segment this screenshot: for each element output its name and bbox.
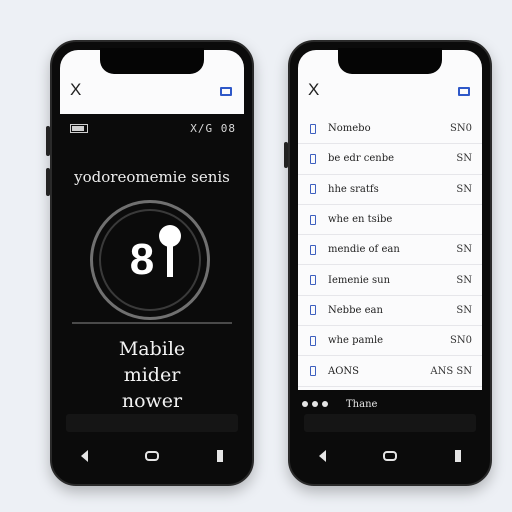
power-button [46,168,50,196]
home-nav-icon[interactable] [383,451,398,461]
list-item[interactable]: whe en tsibe [298,205,482,236]
notch [100,48,204,74]
home-nav-icon[interactable] [145,451,160,461]
tab-switcher-icon[interactable] [458,87,470,96]
list-item[interactable]: be edr cenbe SN [298,144,482,175]
big-text-line-1: Mabile [118,338,186,360]
battery-icon [70,124,88,133]
list-item-label: mendie of ean [328,244,400,256]
list-item[interactable]: whe pamle SN0 [298,326,482,357]
strip-label: Thane [346,398,378,410]
volume-button [46,126,50,156]
list-item[interactable]: AONS ANS SN [298,356,482,387]
list-item-value: SN [456,304,472,316]
list-item-label: hhe sratfs [328,183,379,195]
big-text-line-2: mider [123,364,181,386]
settings-list: Nomebo SN0 be edr cenbe SN hhe sratfs SN… [298,114,482,390]
exclamation-icon [159,225,181,277]
list-item-label: whe pamle [328,335,384,347]
back-nav-icon[interactable] [80,450,88,462]
document-icon [310,244,316,255]
divider [72,322,232,324]
counter-number: 8 [129,235,155,284]
volume-button [284,142,288,168]
nav-bar [290,446,490,466]
list-item-value: SN0 [450,335,472,347]
list-item-value: SN [456,274,472,286]
recent-apps-icon[interactable] [217,450,224,462]
list-item-label: Nebbe ean [328,304,383,316]
document-icon [310,214,316,225]
close-icon[interactable]: X [308,80,319,100]
list-item-label: whe en tsibe [328,214,393,226]
list-item-value: SN [456,183,472,195]
document-icon [310,153,316,164]
phone-left: X X/G 08 yodoreomemie senis 8 Mabile mid… [46,40,254,486]
list-item[interactable]: mendie of ean SN [298,235,482,266]
list-item-label: AONS [328,365,360,377]
tab-switcher-icon[interactable] [220,87,232,96]
page-dot[interactable] [302,401,308,407]
document-icon [310,184,316,195]
page-dot[interactable] [312,401,318,407]
list-item[interactable]: Nebbe ean SN [298,296,482,327]
faint-row [66,414,238,432]
counter-ring[interactable]: 8 [90,200,210,320]
list-item[interactable]: Nomebo SN0 [298,114,482,145]
document-icon [310,123,316,134]
list-item-label: Nomebo [328,123,371,135]
page-dot[interactable] [322,401,328,407]
faint-row [304,414,476,432]
list-item-value: ANS SN [430,365,472,377]
status-text: X/G 08 [190,122,236,135]
list-item[interactable]: Iemenie sun SN [298,265,482,296]
back-nav-icon[interactable] [318,450,326,462]
status-bar: X/G 08 [70,122,236,138]
notch [338,48,442,74]
list-item[interactable]: hhe sratfs SN [298,175,482,205]
phone-right: X Nomebo SN0 be edr cenbe SN hhe sratfs … [284,40,492,486]
list-item-value: SN [456,244,472,256]
big-text-line-3: nower [121,390,183,412]
recent-apps-icon[interactable] [455,450,462,462]
list-item-label: be edr cenbe [328,153,395,165]
lead-title: yodoreomemie senis [74,168,230,186]
document-icon [310,275,316,286]
page-indicator-strip: Thane [302,396,478,412]
list-item-label: Iemenie sun [328,274,391,286]
close-icon[interactable]: X [70,80,81,100]
document-icon [310,305,316,316]
document-icon [310,335,316,346]
nav-bar [52,446,252,466]
list-item-value: SN [456,153,472,165]
document-icon [310,366,316,377]
list-item-value: SN0 [450,123,472,135]
